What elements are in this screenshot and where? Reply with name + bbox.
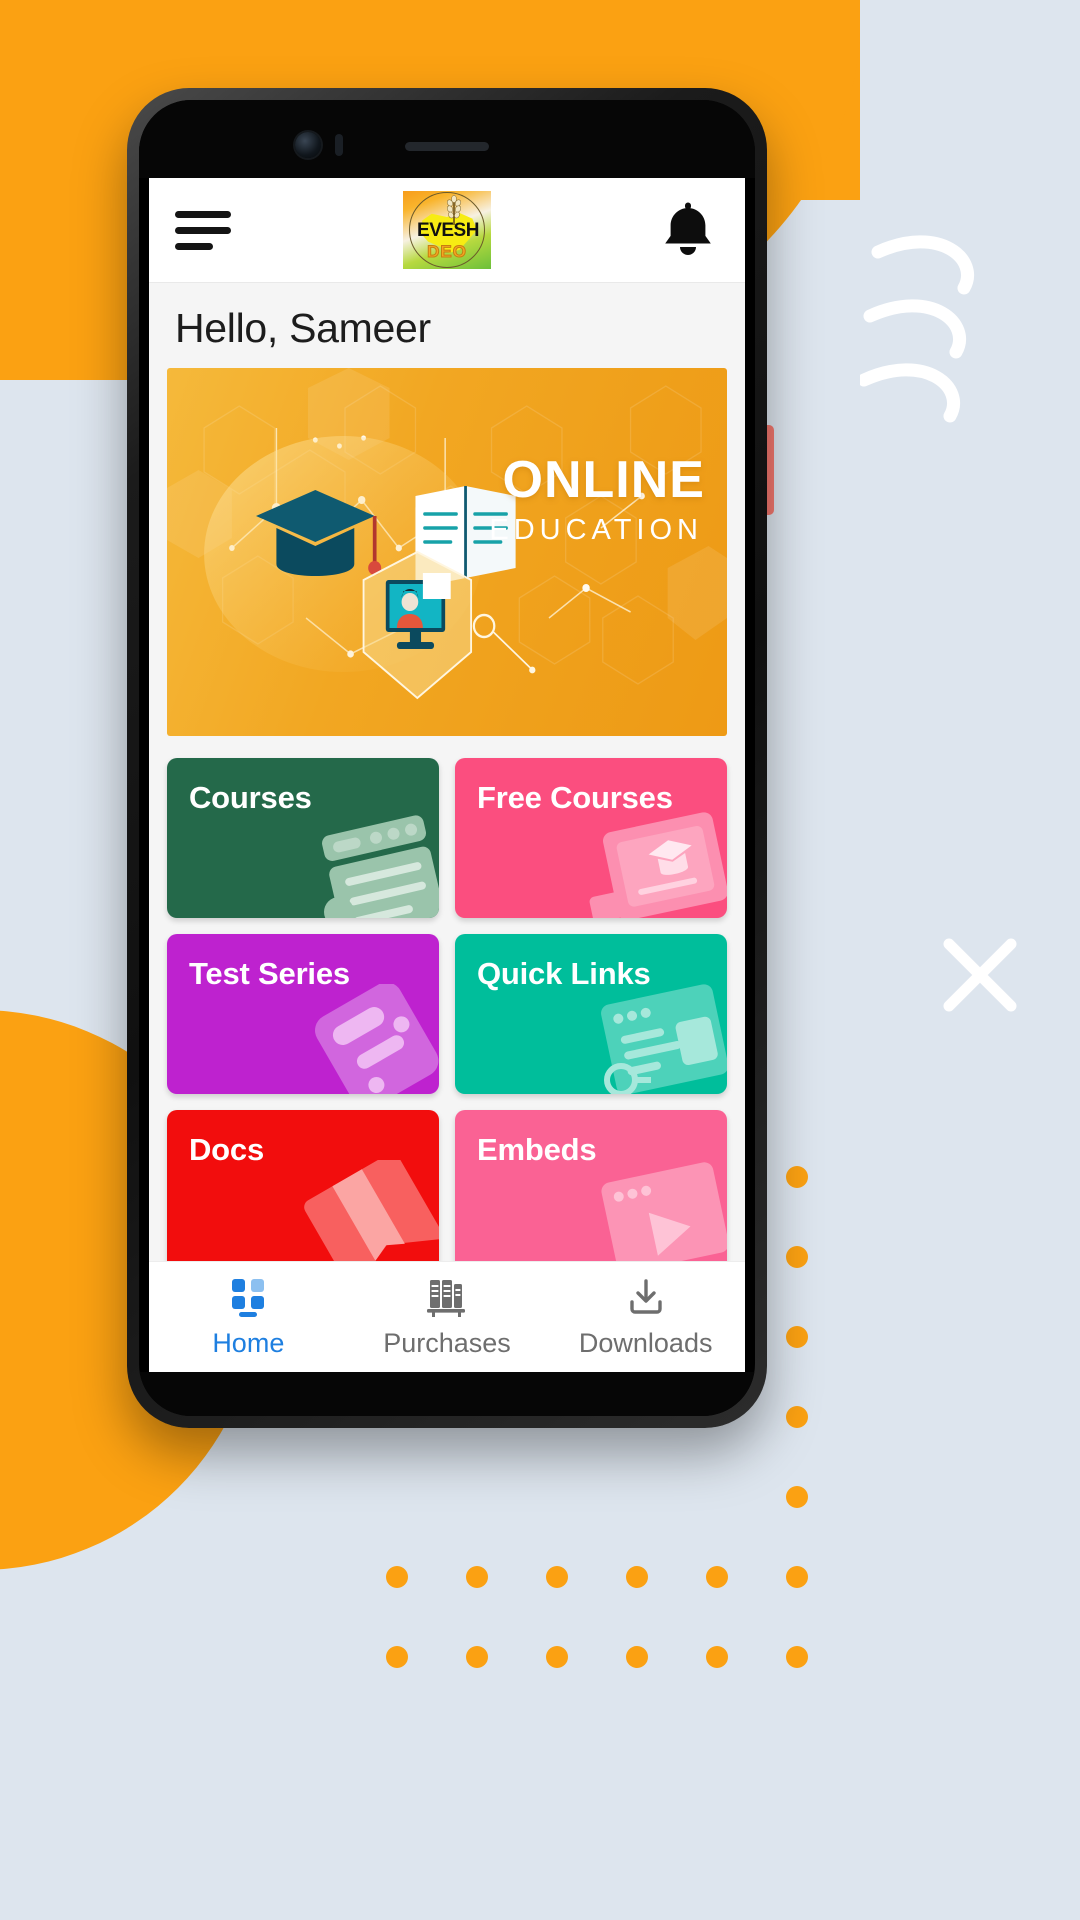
browser-document-icon bbox=[322, 815, 439, 918]
video-embed-icon bbox=[601, 1162, 727, 1261]
dot-decoration bbox=[706, 1646, 728, 1668]
dot-decoration bbox=[786, 1406, 808, 1428]
tile-label: Embeds bbox=[477, 1132, 597, 1167]
grid-dashboard-icon bbox=[228, 1276, 268, 1318]
front-camera bbox=[295, 132, 321, 158]
devesh-deo-logo: EVESH DEO bbox=[403, 191, 491, 269]
tile-label: Test Series bbox=[189, 956, 350, 991]
dot-decoration bbox=[786, 1486, 808, 1508]
x-mark-decoration bbox=[943, 938, 1017, 1012]
sensor bbox=[335, 134, 343, 156]
bell-icon[interactable] bbox=[657, 199, 719, 261]
dot-decoration bbox=[626, 1646, 648, 1668]
phone-bezel: EVESH DEO Hello, Sameer ONLINE EDUCATION… bbox=[139, 100, 755, 1416]
dot-decoration bbox=[786, 1646, 808, 1668]
banner-title: ONLINE bbox=[502, 451, 705, 509]
hamburger-menu-icon[interactable] bbox=[175, 207, 235, 253]
tile-free-courses[interactable]: Free Courses bbox=[455, 758, 727, 918]
dot-decoration bbox=[786, 1566, 808, 1588]
banner-artwork bbox=[167, 368, 727, 700]
logo-text: EVESH bbox=[417, 220, 479, 241]
dot-decoration bbox=[626, 1566, 648, 1588]
link-window-icon bbox=[601, 984, 727, 1094]
dot-decoration bbox=[386, 1646, 408, 1668]
dot-decoration bbox=[546, 1646, 568, 1668]
tile-docs[interactable]: Docs bbox=[167, 1110, 439, 1261]
nav-label: Purchases bbox=[383, 1327, 511, 1358]
phone-top-bezel bbox=[139, 100, 755, 178]
bookmark-icon bbox=[304, 1160, 439, 1261]
dot-decoration bbox=[786, 1246, 808, 1268]
nav-item-purchases[interactable]: Purchases bbox=[348, 1276, 547, 1359]
tile-label: Quick Links bbox=[477, 956, 651, 991]
app-screen: EVESH DEO Hello, Sameer ONLINE EDUCATION… bbox=[149, 178, 745, 1372]
bottom-navigation-bar: Home Purchases Downloads bbox=[149, 1261, 745, 1372]
tile-quick-links[interactable]: Quick Links bbox=[455, 934, 727, 1094]
tile-embeds[interactable]: Embeds bbox=[455, 1110, 727, 1261]
nav-item-downloads[interactable]: Downloads bbox=[546, 1276, 745, 1359]
greeting-bar: Hello, Sameer bbox=[149, 283, 745, 368]
tile-courses[interactable]: Courses bbox=[167, 758, 439, 918]
nav-label: Downloads bbox=[578, 1327, 713, 1358]
banner-subtitle: EDUCATION bbox=[489, 514, 703, 546]
earpiece-speaker bbox=[405, 142, 489, 151]
nav-label: Home bbox=[212, 1327, 285, 1358]
online-education-banner[interactable]: ONLINE EDUCATION bbox=[167, 368, 727, 736]
phone-device-frame: EVESH DEO Hello, Sameer ONLINE EDUCATION… bbox=[127, 88, 767, 1428]
app-content: ONLINE EDUCATION Courses Free Courses Te… bbox=[149, 368, 745, 1261]
app-header: EVESH DEO bbox=[149, 178, 745, 283]
dot-decoration bbox=[786, 1326, 808, 1348]
dot-decoration bbox=[466, 1646, 488, 1668]
books-shelf-icon bbox=[425, 1276, 469, 1318]
page-title: Hello, Sameer bbox=[175, 305, 431, 351]
tile-label: Docs bbox=[189, 1132, 265, 1167]
download-icon bbox=[624, 1276, 668, 1318]
dot-decoration bbox=[786, 1166, 808, 1188]
nav-item-home[interactable]: Home bbox=[149, 1276, 348, 1359]
dot-decoration bbox=[546, 1566, 568, 1588]
dot-decoration bbox=[706, 1566, 728, 1588]
phone-bottom-bezel bbox=[139, 1372, 755, 1416]
wave-decoration bbox=[860, 235, 974, 423]
cards-icon bbox=[315, 984, 439, 1094]
tile-label: Free Courses bbox=[477, 780, 673, 815]
online-student-illustration bbox=[362, 550, 536, 700]
category-tile-grid: Courses Free Courses Test Series Quick L… bbox=[167, 758, 727, 1261]
certificate-icon bbox=[589, 812, 727, 918]
tile-test-series[interactable]: Test Series bbox=[167, 934, 439, 1094]
dot-decoration bbox=[466, 1566, 488, 1588]
logo-subtext: DEO bbox=[427, 242, 467, 261]
tile-label: Courses bbox=[189, 780, 312, 815]
dot-decoration bbox=[386, 1566, 408, 1588]
